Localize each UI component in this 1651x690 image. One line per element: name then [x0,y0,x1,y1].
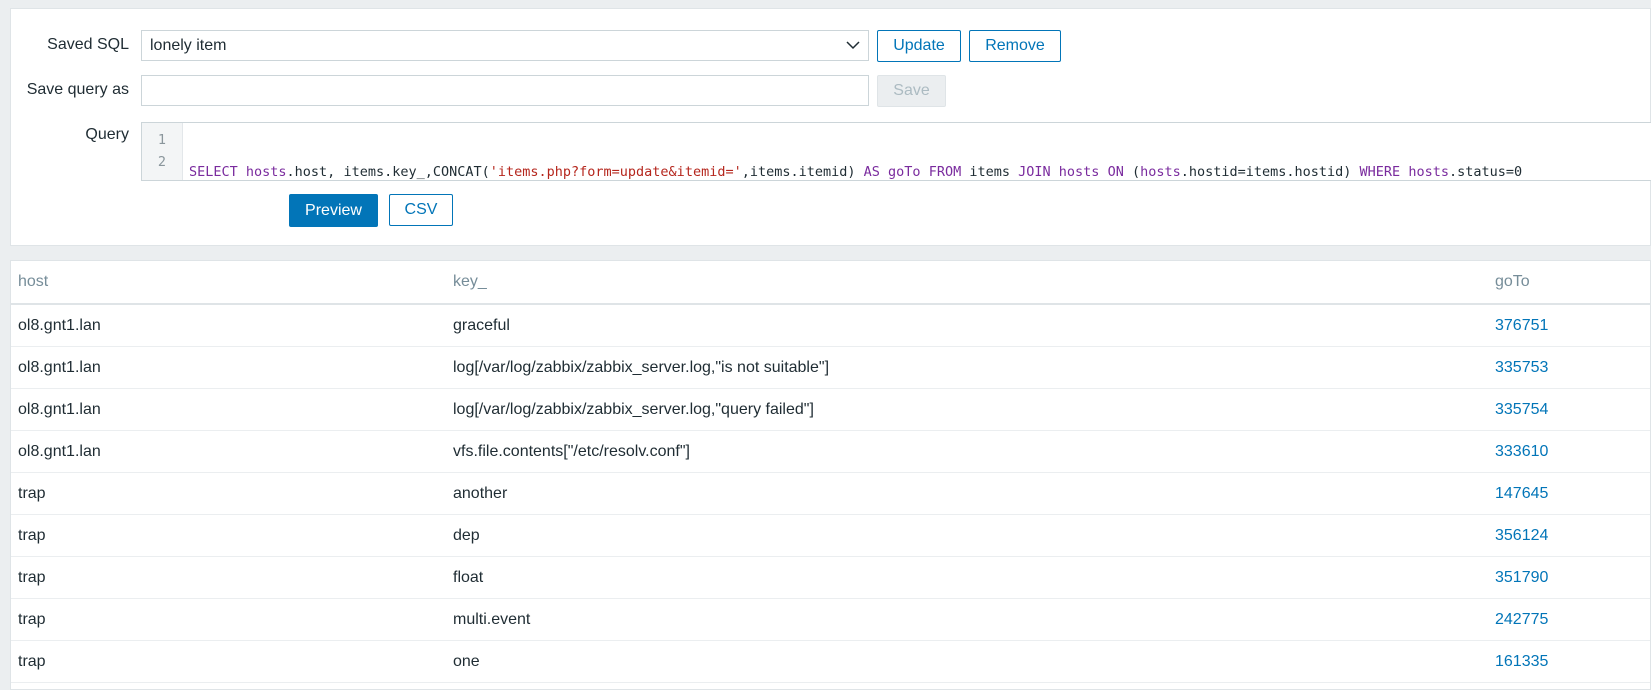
save-button[interactable]: Save [877,75,946,107]
line-number: 2 [157,154,167,170]
table-row: trap another 147645 [11,473,1650,515]
cell-host: ol8.gnt1.lan [18,400,101,418]
cell-key: graceful [453,316,510,334]
table-row: trap dep 356124 [11,515,1650,557]
query-form-panel: Saved SQL lonely item Update Remove Save… [10,8,1651,246]
cell-host: trap [18,568,46,586]
column-header-key[interactable]: key_ [453,261,487,303]
column-header-host[interactable]: host [18,261,48,303]
query-code-line: SELECT hosts.host, items.key_,CONCAT('it… [189,161,1523,180]
query-token [1099,164,1107,180]
preview-button[interactable]: Preview [289,194,378,227]
cell-key: another [453,484,508,502]
cell-key: log[/var/log/zabbix/zabbix_server.log,"q… [453,400,814,418]
cell-host: trap [18,610,46,628]
query-token: AS [863,164,880,180]
cell-host: ol8.gnt1.lan [18,316,101,334]
query-token [880,164,888,180]
table-row: trap one 161335 [11,641,1650,683]
query-token: .hostid=items.hostid) [1180,164,1360,180]
query-token: ,items.itemid) [741,164,864,180]
table-header: host key_ goTo [11,261,1650,305]
saved-sql-label: Saved SQL [47,36,129,53]
cell-goto-link[interactable]: 335754 [1495,389,1548,430]
column-header-goto[interactable]: goTo [1495,261,1530,303]
save-query-as-label: Save query as [26,81,129,98]
query-token: ( [1123,164,1141,180]
cell-goto-link[interactable]: 356124 [1495,515,1548,556]
query-token: hosts [1058,164,1100,180]
remove-button[interactable]: Remove [969,30,1061,62]
cell-key: dep [453,526,480,544]
query-label: Query [85,126,129,143]
save-query-as-input[interactable] [141,75,869,106]
table-row: ol8.gnt1.lan graceful 376751 [11,305,1650,347]
query-token: SELECT [189,164,246,180]
line-number-gutter: 1 2 [142,123,183,180]
query-token: WHERE [1359,164,1401,180]
saved-sql-select[interactable]: lonely item [141,30,869,61]
csv-button[interactable]: CSV [389,194,453,226]
table-row: trap multi.event 242775 [11,599,1650,641]
table-row: ol8.gnt1.lan log[/var/log/zabbix/zabbix_… [11,389,1650,431]
line-number: 1 [157,132,167,148]
query-token: hosts [1140,164,1181,180]
query-token: FROM [928,164,962,180]
cell-goto-link[interactable]: 242775 [1495,599,1548,640]
query-token: 'items.php?form=update&itemid=' [489,164,742,180]
query-token: hosts [245,164,287,180]
table-row: ol8.gnt1.lan vfs.file.contents["/etc/res… [11,431,1650,473]
query-token: JOIN [1018,164,1051,180]
results-table: host key_ goTo ol8.gnt1.lan graceful 376… [10,260,1651,690]
query-token: items [961,164,1019,180]
table-row: ol8.gnt1.lan log[/var/log/zabbix/zabbix_… [11,347,1650,389]
cell-host: ol8.gnt1.lan [18,442,101,460]
cell-goto-link[interactable]: 161335 [1495,641,1548,682]
query-token: .host, items.key_,CONCAT( [286,164,490,180]
chevron-down-icon [846,41,860,50]
query-token: ON [1107,164,1124,180]
cell-goto-link[interactable]: 147645 [1495,473,1548,514]
query-editor[interactable]: 1 2 SELECT hosts.host, items.key_,CONCAT… [141,122,1651,181]
cell-key: one [453,652,480,670]
cell-goto-link[interactable]: 335753 [1495,347,1548,388]
query-token: goTo [888,164,921,180]
query-token [921,164,929,180]
cell-key: log[/var/log/zabbix/zabbix_server.log,"i… [453,358,830,376]
query-token [1051,164,1059,180]
cell-host: ol8.gnt1.lan [18,358,101,376]
query-code: SELECT hosts.host, items.key_,CONCAT('it… [183,123,1522,180]
saved-sql-value: lonely item [150,36,227,54]
query-token: hosts [1408,164,1449,180]
cell-goto-link[interactable]: 351790 [1495,557,1548,598]
cell-key: vfs.file.contents["/etc/resolv.conf"] [453,442,690,460]
cell-goto-link[interactable]: 333610 [1495,431,1548,472]
cell-host: trap [18,652,46,670]
query-token: .status=0 [1448,164,1523,180]
cell-goto-link[interactable]: 376751 [1495,305,1548,346]
table-row: trap float 351790 [11,557,1650,599]
update-button[interactable]: Update [877,30,961,62]
cell-host: trap [18,526,46,544]
cell-key: multi.event [453,610,531,628]
cell-host: trap [18,484,46,502]
cell-key: float [453,568,484,586]
